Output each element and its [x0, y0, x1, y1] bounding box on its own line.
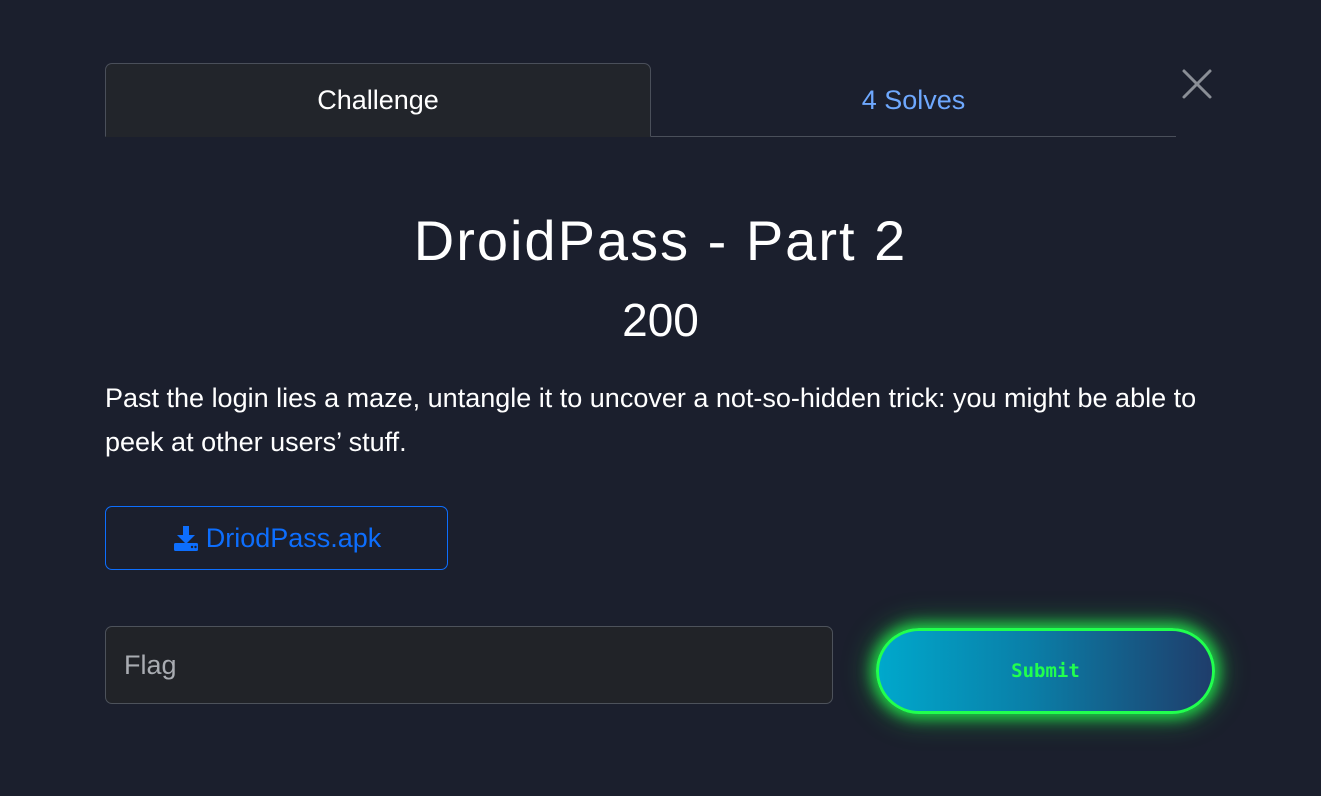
file-name: DriodPass.apk: [205, 522, 382, 553]
close-button[interactable]: [1177, 64, 1217, 104]
submit-label: Submit: [1011, 660, 1080, 682]
challenge-tabs: Challenge 4 Solves: [105, 63, 1176, 137]
submit-button[interactable]: Submit: [876, 628, 1215, 714]
flag-input[interactable]: [105, 626, 833, 704]
download-file-button[interactable]: DriodPass.apk: [105, 506, 448, 570]
tab-solves[interactable]: 4 Solves: [651, 63, 1176, 137]
close-icon: [1182, 69, 1212, 99]
tab-challenge[interactable]: Challenge: [105, 63, 651, 137]
challenge-description: Past the login lies a maze, untangle it …: [105, 383, 1197, 457]
challenge-points: 200: [622, 294, 699, 346]
challenge-title: DroidPass - Part 2: [413, 209, 908, 272]
download-icon: [173, 526, 198, 551]
